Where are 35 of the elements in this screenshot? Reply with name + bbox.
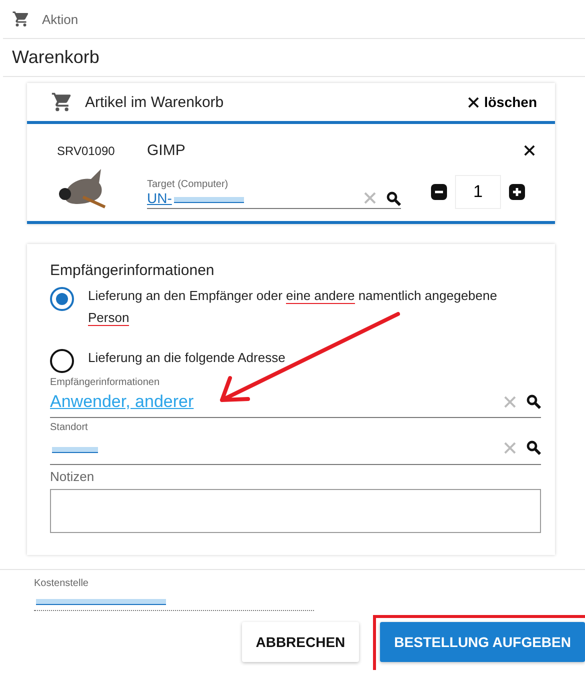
field-label: Target (Computer) bbox=[147, 179, 230, 190]
close-icon bbox=[524, 145, 535, 156]
remove-button[interactable] bbox=[524, 145, 535, 156]
cart-icon bbox=[51, 91, 73, 113]
target-value[interactable]: UN- bbox=[147, 190, 354, 206]
clear-icon bbox=[504, 396, 516, 408]
radio-button[interactable] bbox=[50, 287, 74, 311]
close-icon bbox=[468, 96, 480, 108]
radio-button[interactable] bbox=[50, 349, 74, 373]
search-icon[interactable] bbox=[386, 190, 401, 206]
clear-icon bbox=[504, 442, 516, 454]
clear-button[interactable]: löschen bbox=[468, 94, 537, 110]
cancel-button[interactable]: ABBRECHEN bbox=[242, 622, 360, 662]
cart-title: Artikel im Warenkorb bbox=[85, 94, 224, 110]
page-title: Warenkorb bbox=[3, 39, 585, 77]
search-icon[interactable] bbox=[526, 440, 541, 455]
redacted-value[interactable] bbox=[36, 598, 166, 604]
breadcrumb-label: Aktion bbox=[42, 12, 78, 26]
search-icon[interactable] bbox=[526, 394, 541, 409]
option-label: Lieferung an die folgende Adresse bbox=[88, 349, 286, 367]
option-label: Lieferung an den Empfänger oder eine andere namentlich angegebene Person bbox=[88, 287, 498, 328]
minus-icon[interactable] bbox=[431, 184, 447, 200]
field-label: Notizen bbox=[50, 469, 96, 484]
cart-icon bbox=[12, 10, 30, 28]
plus-icon[interactable] bbox=[509, 184, 525, 200]
notes-field[interactable] bbox=[50, 489, 541, 533]
item-name: GIMP bbox=[147, 142, 186, 159]
order-button[interactable]: BESTELLUNG AUFGEBEN bbox=[380, 622, 585, 662]
section-title: Empfängerinformationen bbox=[50, 262, 216, 279]
item-code: SRV01090 bbox=[57, 144, 116, 158]
quantity-field[interactable]: 1 bbox=[455, 175, 501, 209]
field-label: Kostenstelle bbox=[34, 578, 90, 589]
field-label: Empfängerinformationen bbox=[50, 377, 161, 388]
field-label: Standort bbox=[50, 422, 89, 433]
clear-icon bbox=[364, 192, 376, 204]
